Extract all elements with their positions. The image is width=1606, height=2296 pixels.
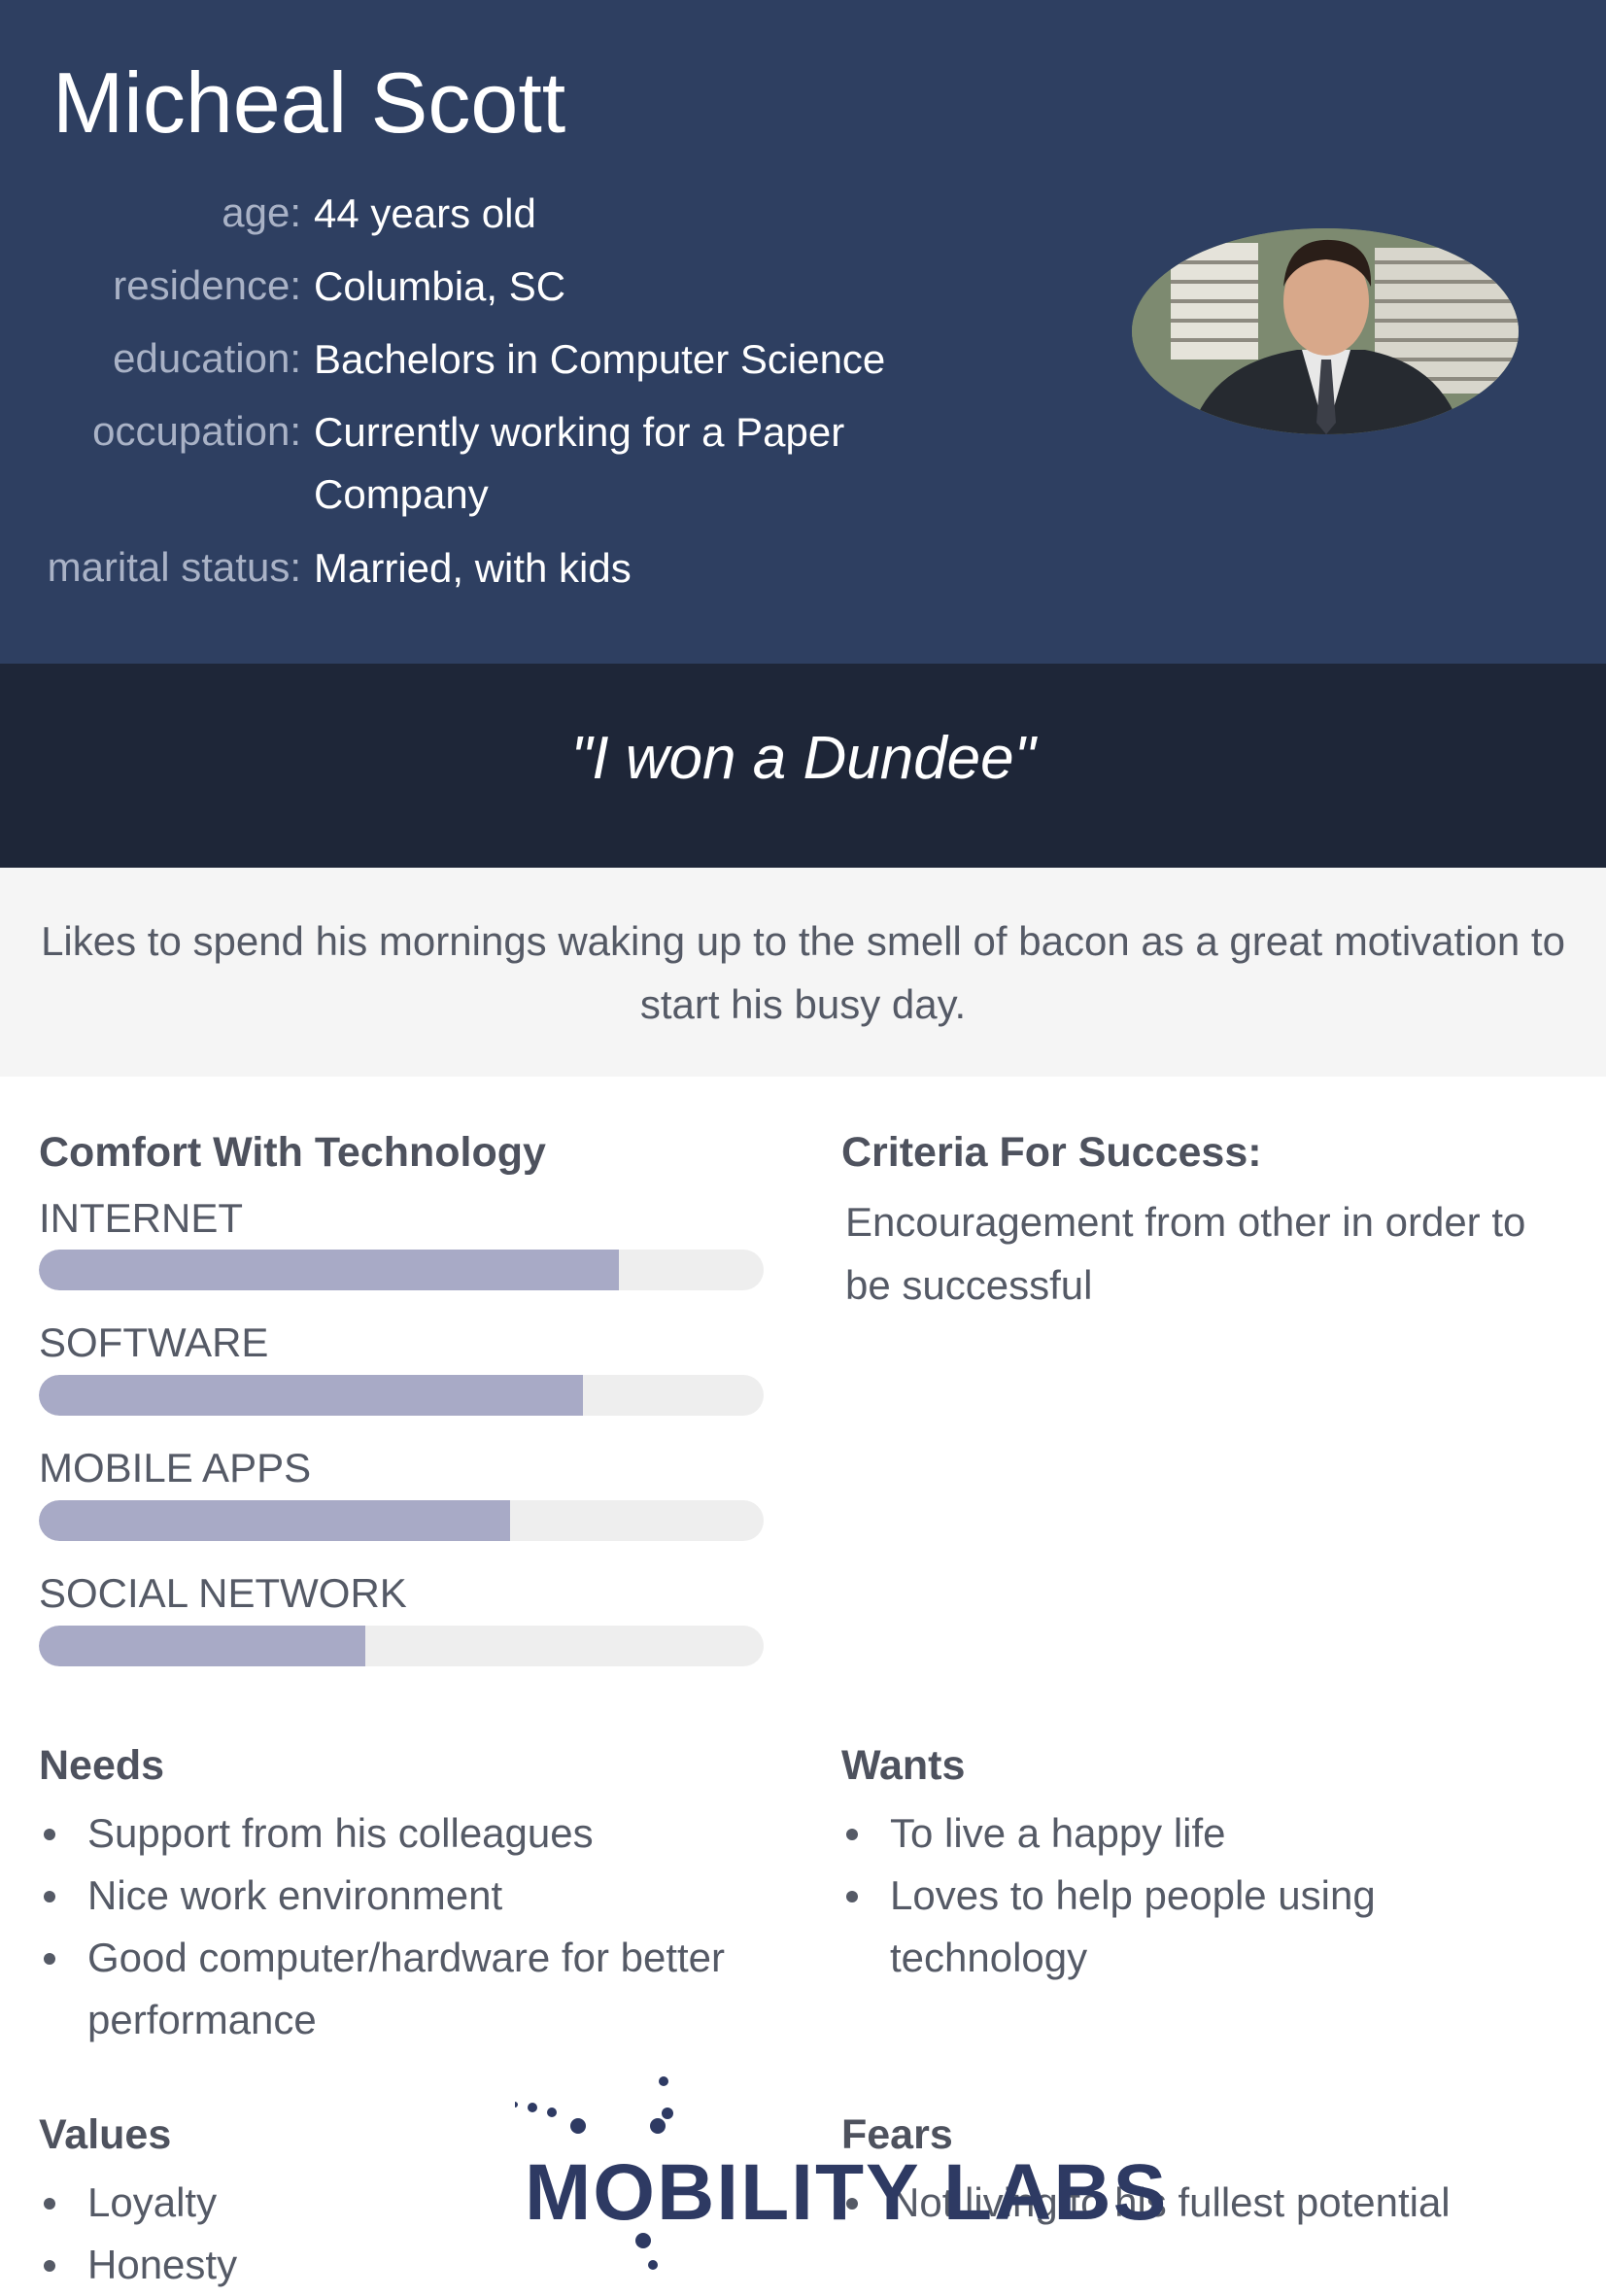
tech-bar-mobile-apps (39, 1500, 764, 1541)
tech-label-social-network: SOCIAL NETWORK (39, 1570, 407, 1616)
needs-title: Needs (39, 1742, 165, 1789)
criteria-title: Criteria For Success: (841, 1129, 1262, 1176)
persona-bio: Likes to spend his mornings waking up to… (41, 918, 1565, 1027)
values-list: Loyalty Honesty (39, 2172, 525, 2296)
detail-value: Married, with kids (314, 545, 632, 591)
tech-bar-fill (39, 1250, 619, 1290)
tech-bar-fill (39, 1375, 583, 1416)
detail-value: Currently working for a Paper Company (314, 409, 845, 517)
values-title: Values (39, 2111, 172, 2158)
list-item: Honesty (39, 2234, 525, 2296)
detail-value: Columbia, SC (314, 263, 566, 309)
needs-list: Support from his colleagues Nice work en… (39, 1802, 787, 2051)
list-item: Support from his colleagues (39, 1802, 787, 1865)
detail-label: occupation: (92, 408, 301, 454)
wants-list: To live a happy life Loves to help peopl… (841, 1802, 1424, 1989)
detail-label: residence: (113, 262, 301, 308)
detail-value: 44 years old (314, 190, 536, 236)
tech-bar-fill (39, 1626, 365, 1666)
tech-bar-fill (39, 1500, 510, 1541)
list-item: Good computer/hardware for better perfor… (39, 1927, 787, 2051)
tech-bar-social-network (39, 1626, 764, 1666)
criteria-text: Encouragement from other in order to be … (845, 1199, 1526, 1308)
list-item: Loves to help people using technology (841, 1865, 1424, 1989)
list-item: Nice work environment (39, 1865, 787, 1927)
person-photo-icon (1132, 228, 1519, 434)
tech-label-software: SOFTWARE (39, 1319, 269, 1365)
comfort-title: Comfort With Technology (39, 1129, 546, 1176)
mobility-labs-logo-text: MOBILITY LABS (525, 2148, 1169, 2237)
wants-title: Wants (841, 1742, 966, 1789)
detail-label: age: (222, 189, 301, 235)
detail-value: Bachelors in Computer Science (314, 336, 886, 382)
list-item: Loyalty (39, 2172, 525, 2234)
detail-label: education: (113, 335, 301, 381)
tech-bar-software (39, 1375, 764, 1416)
tech-bar-internet (39, 1250, 764, 1290)
tech-label-mobile-apps: MOBILE APPS (39, 1445, 312, 1491)
persona-name: Micheal Scott (52, 54, 566, 151)
detail-label: marital status: (47, 544, 301, 590)
list-item: To live a happy life (841, 1802, 1424, 1865)
persona-quote: "I won a Dundee" (570, 725, 1036, 792)
tech-label-internet: INTERNET (39, 1195, 243, 1241)
